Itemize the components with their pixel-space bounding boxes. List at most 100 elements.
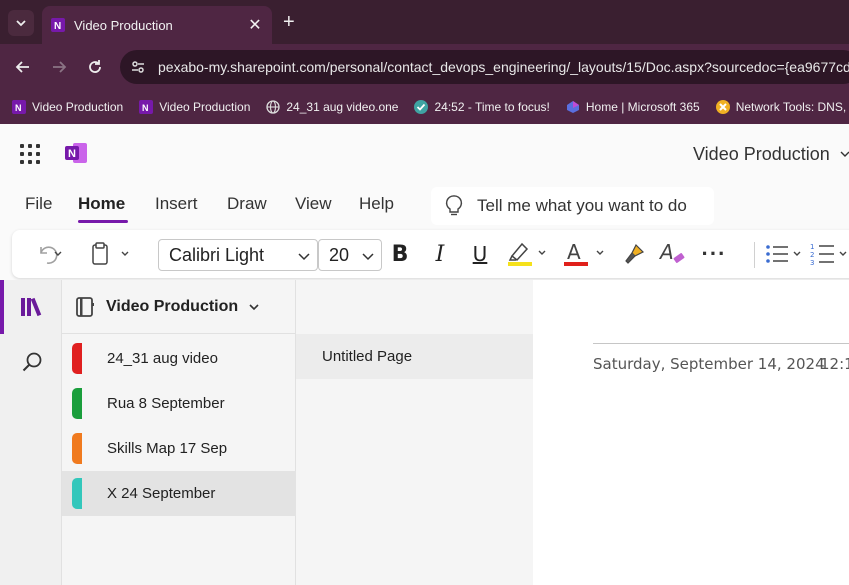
pages-list-empty-area	[296, 379, 533, 585]
pages-pane: Untitled Page	[296, 280, 533, 585]
notebooks-icon	[21, 297, 42, 317]
bookmark-item[interactable]: N Video Production	[12, 100, 123, 114]
more-options-button[interactable]: ···	[700, 240, 728, 268]
clear-formatting-icon: A	[658, 241, 685, 264]
tab-view[interactable]: View	[295, 194, 332, 214]
bookmark-item[interactable]: Home | Microsoft 365	[566, 100, 700, 114]
tab-search-button[interactable]	[8, 10, 34, 36]
highlight-button[interactable]	[506, 240, 552, 268]
page-title-line[interactable]	[593, 343, 849, 344]
tab-draw[interactable]: Draw	[227, 194, 267, 214]
underline-button[interactable]: U	[468, 240, 492, 268]
sections-pane: Video Production 24_31 aug video Rua 8 S…	[62, 280, 296, 585]
bookmark-item[interactable]: 24:52 - Time to focus!	[414, 100, 550, 114]
ribbon-area: Calibri Light 20 B I U A A ··· 1 2 3	[0, 228, 849, 280]
new-tab-button[interactable]: +	[283, 12, 295, 32]
reload-button[interactable]	[84, 56, 106, 78]
browser-tab-bar: N Video Production ✕ +	[0, 0, 849, 44]
page-date: Saturday, September 14, 2024	[593, 355, 825, 373]
clipboard-icon	[92, 242, 129, 265]
notebook-icon	[76, 296, 94, 317]
svg-text:1: 1	[810, 243, 814, 251]
page-time: 12:1	[820, 355, 849, 373]
tell-me-search[interactable]: Tell me what you want to do	[431, 187, 714, 225]
check-circle-icon	[414, 100, 429, 114]
paintbrush-icon	[625, 243, 645, 264]
onenote-icon: N	[139, 100, 154, 114]
bookmark-item[interactable]: N Video Production	[139, 100, 250, 114]
undo-icon	[40, 246, 62, 264]
onenote-icon: N	[51, 18, 65, 32]
bookmark-label: Network Tools: DNS,	[735, 100, 847, 114]
app-launcher-icon[interactable]	[20, 144, 40, 164]
svg-text:N: N	[15, 103, 22, 113]
search-icon	[22, 352, 42, 372]
bookmark-label: Video Production	[32, 100, 124, 114]
format-painter-button[interactable]	[620, 240, 648, 268]
section-item-selected[interactable]: X 24 September	[62, 471, 296, 516]
search-button[interactable]	[16, 346, 48, 378]
font-color-icon: A	[564, 240, 604, 266]
italic-icon: I	[435, 241, 445, 267]
tab-file[interactable]: File	[25, 194, 52, 214]
section-item[interactable]: 24_31 aug video	[62, 336, 296, 381]
browser-tab-title: Video Production	[74, 17, 173, 33]
svg-text:N: N	[142, 103, 149, 113]
site-settings-icon[interactable]	[130, 59, 146, 75]
onenote-logo-icon: N	[65, 143, 87, 163]
forward-button[interactable]	[48, 56, 70, 78]
tab-help[interactable]: Help	[359, 194, 394, 214]
globe-icon	[266, 100, 281, 114]
chevron-down-icon	[298, 253, 310, 261]
bookmark-label: Video Production	[159, 100, 251, 114]
numbering-button[interactable]: 123	[810, 240, 849, 268]
arrow-right-icon	[53, 61, 67, 73]
rail-active-indicator	[0, 280, 4, 334]
page-item-selected[interactable]: Untitled Page	[296, 334, 533, 379]
tab-insert[interactable]: Insert	[155, 194, 198, 214]
home-ribbon: Calibri Light 20 B I U A A ··· 1 2 3	[12, 230, 849, 278]
tab-home[interactable]: Home	[78, 194, 125, 214]
notebooks-button[interactable]	[16, 291, 48, 323]
tell-me-text: Tell me what you want to do	[477, 196, 687, 215]
bookmark-label: Home | Microsoft 365	[585, 100, 700, 114]
font-name-select[interactable]: Calibri Light	[158, 239, 318, 271]
underline-icon: U	[472, 242, 488, 266]
bullets-button[interactable]	[764, 240, 810, 268]
section-item[interactable]: Skills Map 17 Sep	[62, 426, 296, 471]
italic-button[interactable]: I	[428, 240, 452, 268]
section-item[interactable]: Rua 8 September	[62, 381, 296, 426]
chevron-down-icon	[16, 20, 26, 27]
close-icon[interactable]: ✕	[246, 15, 264, 35]
ribbon-divider	[754, 242, 755, 268]
bullet-list-icon	[766, 245, 801, 263]
browser-tab-active[interactable]: N Video Production ✕	[42, 6, 272, 44]
notebook-switcher[interactable]: Video Production	[62, 280, 296, 334]
undo-button[interactable]	[26, 240, 74, 268]
bookmark-item[interactable]: 24_31 aug video.one	[266, 100, 398, 114]
svg-text:2: 2	[810, 251, 814, 259]
section-color-tab	[72, 478, 82, 509]
bookmark-item[interactable]: Network Tools: DNS,	[715, 100, 847, 114]
numbered-list-icon: 123	[810, 243, 847, 267]
bold-button[interactable]: B	[388, 240, 412, 268]
network-tools-icon	[715, 100, 730, 114]
back-button[interactable]	[12, 56, 34, 78]
font-size-select[interactable]: 20	[318, 239, 382, 271]
ribbon-tabs: File Home Insert Draw View Help Tell me …	[0, 182, 849, 228]
note-canvas[interactable]: Saturday, September 14, 2024 12:1	[533, 280, 849, 585]
app-header: N Video Production	[0, 124, 849, 182]
font-name-value: Calibri Light	[169, 244, 265, 265]
section-color-tab	[72, 433, 82, 464]
svg-text:A: A	[567, 240, 581, 264]
svg-text:3: 3	[810, 259, 814, 267]
address-bar[interactable]: pexabo-my.sharepoint.com/personal/contac…	[120, 50, 849, 84]
notebook-title-button[interactable]: Video Production	[693, 144, 849, 165]
paste-button[interactable]	[86, 240, 134, 268]
font-color-button[interactable]: A	[562, 240, 608, 268]
svg-text:A: A	[658, 241, 674, 264]
section-label: Rua 8 September	[107, 395, 225, 412]
highlighter-icon	[508, 242, 546, 266]
clear-formatting-button[interactable]: A	[657, 240, 687, 268]
section-label: 24_31 aug video	[107, 350, 218, 367]
